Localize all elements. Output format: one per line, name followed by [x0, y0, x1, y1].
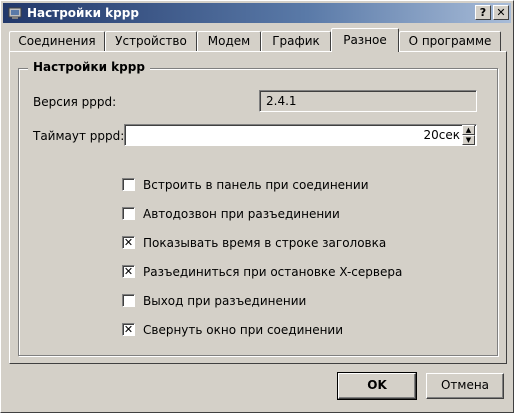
pppd-timeout-value[interactable]: 20сек [424, 125, 461, 145]
pppd-timeout-label: Таймаут pppd: [33, 129, 125, 143]
window-title: Настройки kppp [27, 6, 139, 20]
checkbox-minimize-on-connect[interactable]: ✕ [122, 323, 135, 336]
arrow-down-icon[interactable]: ▼ [462, 135, 475, 145]
help-button[interactable]: ? [475, 5, 491, 20]
tab-misc[interactable]: Разное [331, 28, 399, 52]
kppp-settings-window: Настройки kppp ? ✕ Соединения Устройство… [0, 0, 514, 413]
tab-graph[interactable]: График [261, 31, 331, 51]
tab-device[interactable]: Устройство [105, 31, 197, 51]
checkbox-quit-on-disconnect[interactable] [122, 294, 135, 307]
checkbox-auto-redial[interactable] [122, 207, 135, 220]
pppd-timeout-spinbox[interactable]: 20сек ▲ ▼ [124, 124, 477, 146]
option-label: Выход при разъединении [143, 294, 307, 308]
kppp-app-icon [8, 7, 22, 19]
cancel-button[interactable]: Отмена [426, 373, 504, 399]
group-title: Настройки kppp [28, 59, 150, 75]
pppd-version-field: 2.4.1 [259, 90, 477, 112]
arrow-up-icon[interactable]: ▲ [462, 125, 475, 135]
option-label: Показывать время в строке заголовка [143, 236, 387, 250]
checkbox-disconnect-on-x-shutdown[interactable]: ✕ [122, 265, 135, 278]
checkbox-show-clock-in-title[interactable]: ✕ [122, 236, 135, 249]
checkbox-dock-into-panel[interactable] [122, 178, 135, 191]
tab-panel-misc: Настройки kppp Версия pppd: 2.4.1 Таймау… [9, 51, 507, 364]
title-bar[interactable]: Настройки kppp ? ✕ [3, 3, 511, 23]
tab-connections[interactable]: Соединения [9, 31, 105, 51]
option-label: Разъединиться при остановке X-сервера [143, 265, 403, 279]
ok-button[interactable]: OK [337, 372, 417, 400]
option-label: Встроить в панель при соединении [143, 178, 369, 192]
option-label: Свернуть окно при соединении [143, 323, 344, 337]
pppd-version-label: Версия pppd: [33, 95, 117, 109]
tab-modem[interactable]: Модем [197, 31, 261, 51]
option-label: Автодозвон при разъединении [143, 207, 340, 221]
tab-about[interactable]: О программе [399, 31, 501, 51]
close-button[interactable]: ✕ [493, 5, 509, 20]
